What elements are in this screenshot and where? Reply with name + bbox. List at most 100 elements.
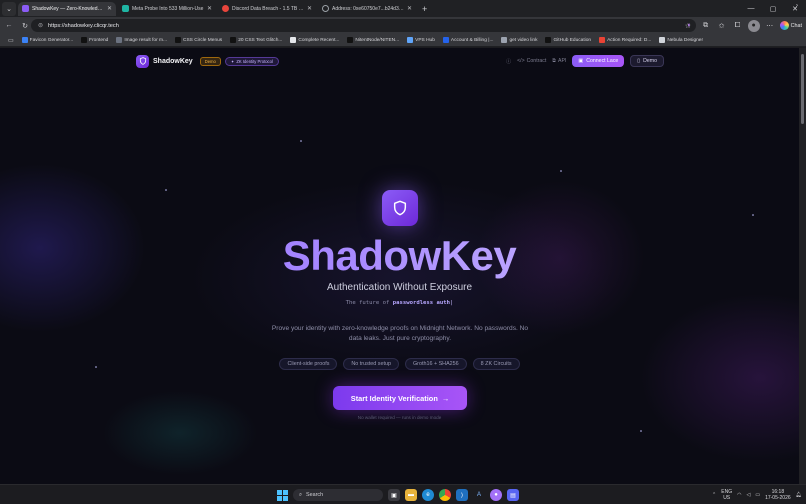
notifications-icon[interactable]: 🔔︎	[796, 492, 802, 498]
background-star	[165, 189, 167, 191]
search-icon: ⌕	[299, 491, 303, 498]
taskbar-search-label: Search	[306, 492, 324, 498]
bookmark-item[interactable]: VPS Hub	[403, 37, 439, 43]
azure-icon[interactable]: A	[473, 489, 485, 501]
bookmark-item[interactable]: CSS Circle Menus	[171, 37, 226, 43]
shield-logo-icon[interactable]	[136, 54, 149, 68]
tab-title: Meta Probe Into 533 Million-Use	[132, 5, 204, 12]
address-url[interactable]: https://shadowkey.clicqr.tech	[48, 23, 119, 29]
clock-date: 17-05-2026	[765, 495, 791, 501]
code-icon: </>	[517, 58, 525, 64]
new-tab-icon[interactable]: +	[422, 4, 427, 14]
close-tab-icon[interactable]: ✕	[307, 5, 312, 12]
clock[interactable]: 16:18 17-05-2026	[765, 489, 791, 501]
battery-icon[interactable]: ▭	[755, 492, 760, 498]
bookmark-label: NitentNode/NITEN...	[355, 37, 400, 43]
hero-subtitle: Authentication Without Exposure	[326, 282, 473, 293]
bookmark-item[interactable]: Frontend	[77, 37, 112, 43]
site-navbar: ShadowKey Demo ✦ ZK Identity Protocol ⓘ …	[136, 54, 664, 68]
feature-chip: 8 ZK Circuits	[472, 358, 520, 370]
page-scrollbar[interactable]	[799, 48, 806, 484]
windows-start-icon[interactable]	[277, 489, 288, 501]
file-explorer-icon[interactable]: ▬	[405, 489, 417, 501]
connect-lace-button[interactable]: ▣ Connect Lace	[572, 55, 625, 67]
reload-icon[interactable]: ↻	[18, 19, 32, 33]
bookmark-favicon-icon	[116, 37, 123, 43]
info-icon[interactable]: ⓘ	[506, 58, 511, 65]
zk-protocol-badge: ✦ ZK Identity Protocol	[224, 56, 279, 66]
browser-toolbar: ← ↻ ⊜ https://shadowkey.clicqr.tech ☆ ◐ …	[0, 17, 806, 34]
favorites-icon[interactable]: ✩	[716, 20, 728, 32]
contract-link[interactable]: </> Contract	[517, 58, 546, 64]
bookmark-label: Action Required: D...	[607, 37, 652, 43]
bookmark-item[interactable]: GitHub Education	[541, 37, 595, 43]
bookmark-label: Nebula Designer	[667, 37, 704, 43]
bookmark-item[interactable]: NitentNode/NITEN...	[343, 37, 403, 43]
bookmark-item[interactable]: get video link	[497, 37, 541, 43]
api-link[interactable]: ⧉ API	[552, 58, 566, 65]
bookmark-item[interactable]: Action Required: D...	[595, 37, 655, 43]
bookmark-item[interactable]: Complete Recent...	[286, 37, 343, 43]
bookmarks-overflow-icon[interactable]: ›	[796, 3, 798, 9]
background-star	[640, 430, 642, 432]
volume-icon[interactable]: ◁	[746, 492, 750, 498]
tab-address[interactable]: Address: 0xe60750e7...b24d36aaa ✕	[318, 2, 416, 16]
task-view-icon[interactable]: ▣	[388, 489, 400, 501]
bookmark-item[interactable]: Account & Billing |...	[439, 37, 498, 43]
maximize-icon[interactable]: ▢	[762, 0, 784, 17]
edge-browser-icon[interactable]: e	[422, 489, 434, 501]
wallet-icon: ▣	[578, 58, 584, 64]
back-icon[interactable]: ←	[2, 19, 16, 33]
bookmark-favicon-icon	[21, 37, 28, 43]
navbar-actions: ⓘ </> Contract ⧉ API ▣ Connect Lace ▯ De…	[506, 55, 664, 67]
collections-icon[interactable]: ⧠	[732, 20, 744, 32]
start-verification-button[interactable]: Start Identity Verification →	[333, 386, 467, 410]
minimize-icon[interactable]: —	[740, 0, 762, 17]
bookmark-item[interactable]: Favicon Generator...	[18, 37, 77, 43]
chevron-up-icon[interactable]: ⌃	[712, 492, 716, 498]
news-favicon-icon	[122, 5, 129, 12]
taskbar-search[interactable]: ⌕ Search	[293, 489, 383, 501]
address-bar[interactable]: ⊜ https://shadowkey.clicqr.tech ☆	[31, 19, 696, 32]
profile-avatar-icon[interactable]: ●	[747, 19, 760, 32]
close-tab-icon[interactable]: ✕	[207, 5, 212, 12]
extension-icon[interactable]: ◐	[684, 20, 696, 32]
contract-label: Contract	[526, 58, 547, 64]
bookmarks-toggle-icon[interactable]: ▭	[4, 37, 18, 44]
input-language[interactable]: ENG US	[721, 489, 732, 501]
close-tab-icon[interactable]: ✕	[107, 5, 112, 12]
demo-button[interactable]: ▯ Demo	[630, 55, 664, 67]
typing-highlight: passwordless auth	[392, 300, 451, 306]
news-favicon-icon	[222, 5, 229, 12]
bookmark-item[interactable]: Image result for m...	[112, 37, 171, 43]
split-screen-icon[interactable]: ⧉	[700, 20, 712, 32]
site-info-icon[interactable]: ⊜	[38, 22, 43, 29]
tab-search-button[interactable]: ⌄	[2, 1, 16, 16]
bookmark-item[interactable]: Nebula Designer	[655, 37, 707, 43]
feature-chips: Client-side proofs No trusted setup Grot…	[0, 358, 799, 370]
github-desktop-icon[interactable]: ●	[490, 489, 502, 501]
tab-title: ShadowKey — Zero-Knowledge Id	[32, 5, 104, 12]
hero-title: ShadowKey	[0, 232, 799, 280]
close-window-icon[interactable]: ✕	[784, 0, 806, 17]
vscode-icon[interactable]: ⟩	[456, 489, 468, 501]
chrome-icon[interactable]	[439, 489, 451, 501]
bookmark-label: get video link	[509, 37, 538, 43]
document-icon: ▯	[637, 58, 641, 64]
wifi-icon[interactable]: ◠	[737, 492, 741, 498]
shadowkey-favicon-icon	[22, 5, 29, 12]
bookmark-favicon-icon	[290, 37, 297, 43]
tab-discord-breach[interactable]: Discord Data Breach - 1.5 TB of D ✕	[218, 2, 316, 16]
sparkle-icon: ✦	[230, 58, 235, 64]
cta-label: Start Identity Verification	[350, 393, 438, 403]
more-menu-icon[interactable]: ⋯	[764, 20, 776, 32]
tab-meta-probe[interactable]: Meta Probe Into 533 Million-Use ✕	[118, 2, 216, 16]
brand-name[interactable]: ShadowKey	[153, 58, 193, 65]
tab-shadowkey[interactable]: ShadowKey — Zero-Knowledge Id ✕	[18, 1, 116, 16]
scrollbar-thumb[interactable]	[801, 54, 804, 124]
bookmark-item[interactable]: 20 CSS Text Glitch...	[226, 37, 286, 43]
close-tab-icon[interactable]: ✕	[407, 5, 412, 12]
copilot-chat-button[interactable]: Chat	[779, 21, 802, 30]
tab-title: Address: 0xe60750e7...b24d36aaa	[332, 5, 404, 12]
app-icon[interactable]: ▤	[507, 489, 519, 501]
